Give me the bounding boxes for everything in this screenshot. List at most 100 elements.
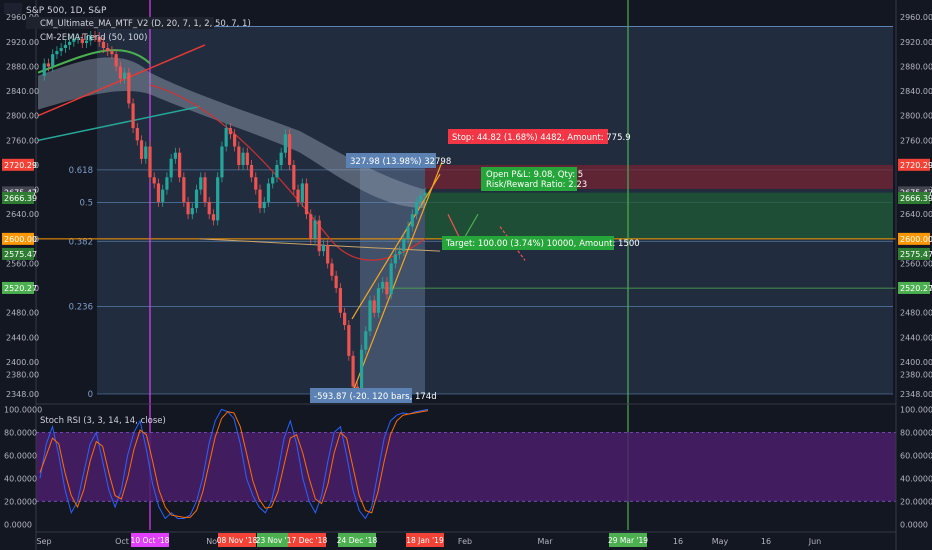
candle-body[interactable] — [406, 226, 410, 239]
candle-body[interactable] — [237, 146, 241, 165]
right-price-badge-label: 2520.27 — [900, 284, 932, 293]
right-price-tick: 2400.00 — [900, 358, 932, 367]
rsi-left-tick: 40.0000 — [4, 474, 37, 483]
candle-body[interactable] — [220, 146, 224, 178]
candle-body[interactable] — [398, 251, 402, 255]
candle-body[interactable] — [127, 72, 131, 104]
candle-body[interactable] — [199, 177, 203, 190]
candle-body[interactable] — [114, 54, 118, 67]
candle-body[interactable] — [110, 51, 114, 55]
candle-body[interactable] — [330, 263, 334, 276]
chart-canvas[interactable]: 0.6180.50.3820.2360 2960.00 2960.002920.0… — [0, 0, 932, 550]
candle-body[interactable] — [313, 220, 317, 239]
candle-body[interactable] — [414, 201, 419, 215]
candle-body[interactable] — [258, 189, 262, 209]
candle-body[interactable] — [161, 189, 165, 202]
indicator-1-label[interactable]: CM_Ultimate_MA_MTF_V2 (D, 20, 7, 1, 2, 5… — [40, 19, 251, 29]
candle-body[interactable] — [139, 140, 144, 159]
candle-body[interactable] — [190, 208, 194, 215]
candle-body[interactable] — [343, 312, 347, 326]
candle-body[interactable] — [131, 103, 135, 129]
candle-body[interactable] — [182, 177, 186, 202]
candle-body[interactable] — [152, 177, 156, 184]
candle-body[interactable] — [46, 63, 51, 67]
candle-body[interactable] — [241, 152, 245, 165]
candle-body[interactable] — [351, 355, 355, 387]
candle-body[interactable] — [419, 195, 423, 202]
candle-body[interactable] — [317, 220, 321, 252]
candle-body[interactable] — [194, 189, 199, 209]
candle-body[interactable] — [148, 146, 152, 178]
candle-body[interactable] — [123, 72, 127, 79]
candle-body[interactable] — [55, 51, 59, 55]
stoch-rsi-band — [36, 432, 896, 502]
candle-body[interactable] — [42, 63, 46, 76]
symbol-title: S&P 500, 1D, S&P — [26, 6, 107, 16]
candle-body[interactable] — [288, 134, 292, 165]
candle-body[interactable] — [410, 214, 414, 227]
rsi-right-tick: 20.0000 — [900, 497, 932, 506]
rsi-right-tick: 80.0000 — [900, 428, 932, 437]
candle-body[interactable] — [156, 183, 161, 202]
candle-body[interactable] — [266, 183, 271, 202]
candle-body[interactable] — [359, 349, 364, 393]
candle-body[interactable] — [338, 288, 342, 313]
candle-body[interactable] — [389, 263, 393, 295]
candle-body[interactable] — [275, 164, 279, 178]
candle-body[interactable] — [326, 245, 330, 264]
time-axis-label: Sep — [36, 537, 51, 546]
left-price-tick: 2880.00 — [6, 62, 39, 71]
rsi-right-tick: 0.0000 — [900, 520, 928, 529]
candle-body[interactable] — [372, 300, 376, 313]
candle-body[interactable] — [249, 164, 254, 178]
left-price-badge-label: 2575.47 — [4, 250, 37, 259]
candle-body[interactable] — [376, 288, 381, 313]
candle-body[interactable] — [262, 201, 266, 209]
candle-body[interactable] — [364, 331, 368, 350]
candle-body[interactable] — [304, 183, 309, 215]
candle-body[interactable] — [423, 192, 427, 196]
candle-body[interactable] — [216, 177, 220, 221]
candle-body[interactable] — [393, 254, 397, 264]
candle-body[interactable] — [51, 54, 55, 67]
candle-body[interactable] — [381, 281, 385, 289]
candle-body[interactable] — [233, 134, 237, 147]
candle-body[interactable] — [118, 66, 122, 79]
rsi-title[interactable]: Stoch RSI (3, 3, 14, 14, close) — [40, 416, 166, 426]
candle-body[interactable] — [224, 128, 228, 147]
candle-body[interactable] — [402, 238, 406, 252]
candle-body[interactable] — [228, 128, 232, 135]
candle-body[interactable] — [186, 201, 190, 215]
candle-body[interactable] — [279, 152, 283, 165]
candle-body[interactable] — [254, 177, 258, 190]
left-price-badge-label: 2720.29 — [4, 161, 37, 170]
candle-body[interactable] — [296, 189, 300, 202]
candle-body[interactable] — [144, 146, 148, 159]
candle-body[interactable] — [368, 300, 372, 332]
candle-body[interactable] — [169, 158, 173, 178]
candle-body[interactable] — [245, 152, 249, 165]
candle-body[interactable] — [283, 134, 287, 153]
candle-body[interactable] — [203, 177, 207, 202]
candle-body[interactable] — [385, 281, 389, 295]
candle-body[interactable] — [165, 177, 169, 190]
candle-body[interactable] — [334, 275, 338, 289]
candle-body[interactable] — [321, 245, 326, 252]
left-price-badge-label: 2666.39 — [4, 194, 37, 203]
candle-body[interactable] — [178, 152, 182, 178]
right-price-badge-label: 2666.39 — [900, 194, 932, 203]
candle-body[interactable] — [211, 214, 216, 221]
candle-body[interactable] — [207, 201, 211, 215]
candle-body[interactable] — [309, 214, 313, 239]
candle-body[interactable] — [300, 183, 304, 202]
indicator-2-label[interactable]: CM-2EMA-Trend (50, 100) — [40, 33, 147, 43]
candle-body[interactable] — [271, 177, 275, 184]
candle-body[interactable] — [347, 325, 351, 356]
candle-body[interactable] — [173, 152, 177, 159]
candle-body[interactable] — [63, 44, 67, 49]
right-price-badge-label: 2720.29 — [900, 161, 932, 170]
candle-body[interactable] — [292, 164, 296, 190]
candle-body[interactable] — [106, 48, 110, 52]
candle-body[interactable] — [135, 128, 139, 141]
candle-body[interactable] — [59, 48, 63, 52]
